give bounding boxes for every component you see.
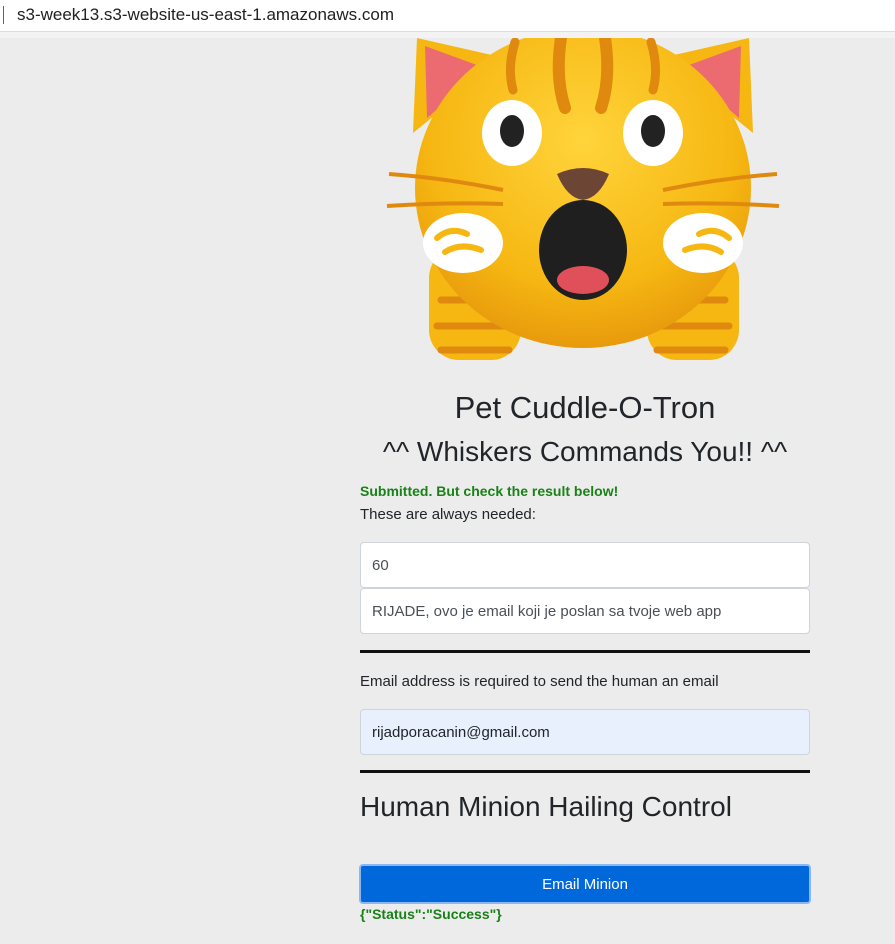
page-title: Pet Cuddle-O-Tron <box>454 390 716 425</box>
url-text[interactable]: s3-week13.s3-website-us-east-1.amazonaws… <box>17 5 394 25</box>
required-fields-label: These are always needed: <box>360 506 536 523</box>
section-divider <box>360 650 810 653</box>
page-subtitle: ^^ Whiskers Commands You!! ^^ <box>382 436 788 467</box>
section-divider <box>360 770 810 773</box>
message-input[interactable] <box>360 588 810 634</box>
shocked-cat-image <box>385 38 781 360</box>
address-bar[interactable]: s3-week13.s3-website-us-east-1.amazonaws… <box>0 0 895 32</box>
email-minion-button[interactable]: Email Minion <box>359 864 811 904</box>
text-cursor <box>3 6 4 24</box>
submission-status-message: Submitted. But check the result below! <box>360 483 619 499</box>
email-required-note: Email address is required to send the hu… <box>360 673 719 690</box>
api-result-text: {"Status":"Success"} <box>360 906 502 922</box>
wait-minutes-input[interactable] <box>360 542 810 588</box>
email-input[interactable] <box>360 709 810 755</box>
control-section-title: Human Minion Hailing Control <box>360 791 732 822</box>
